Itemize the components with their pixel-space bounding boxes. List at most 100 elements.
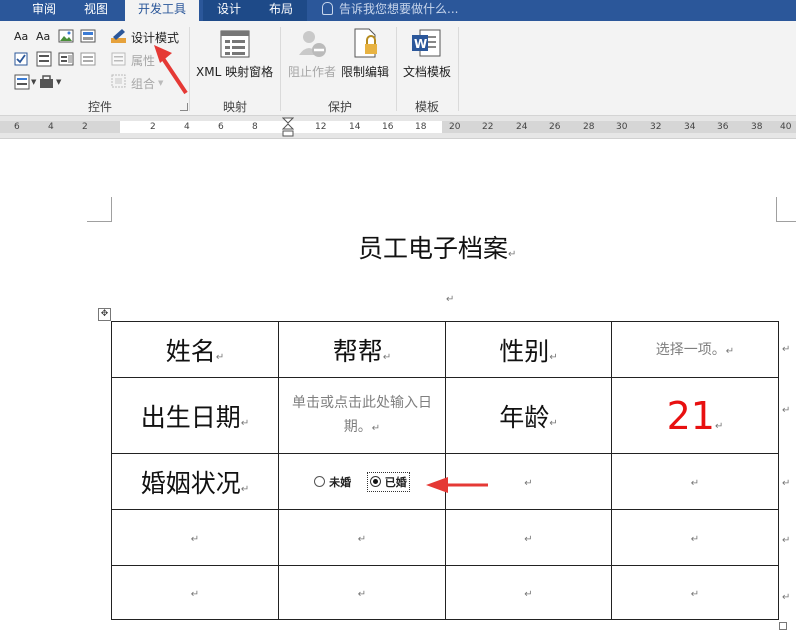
tab-developer[interactable]: 开发工具 bbox=[125, 0, 199, 21]
employee-record-table: 姓名↵ 帮帮↵ 性别↵ 选择一项。↵ 出生日期↵ 单击或点击此处输入日期。↵ 年… bbox=[111, 321, 779, 620]
tell-me-box[interactable]: 告诉我您想要做什么... bbox=[322, 0, 458, 21]
group-separator bbox=[280, 27, 281, 111]
age-value-cell[interactable]: 21↵ bbox=[611, 377, 779, 454]
table-cell-empty[interactable]: ↵ bbox=[445, 509, 612, 566]
legacy-tools-icon[interactable] bbox=[38, 74, 56, 90]
ruler-number: 16 bbox=[382, 122, 394, 132]
group-label-controls: 控件 bbox=[87, 100, 112, 114]
repeating-section-icon[interactable] bbox=[14, 74, 30, 90]
date-placeholder: 单击或点击此处输入日期。 bbox=[292, 394, 432, 435]
marital-options-cell[interactable]: 未婚 已婚 bbox=[278, 453, 446, 510]
radio-circle bbox=[314, 475, 326, 487]
table-row: 姓名↵ 帮帮↵ 性别↵ 选择一项。↵ bbox=[111, 321, 779, 378]
marital-label-cell[interactable]: 婚姻状况↵ bbox=[111, 453, 279, 510]
table-cell-empty[interactable]: ↵ bbox=[278, 509, 446, 566]
age-label: 年龄 bbox=[499, 402, 550, 432]
ruler-number: 8 bbox=[252, 122, 258, 132]
dropdown-list-control-icon[interactable] bbox=[58, 51, 74, 67]
margin-corner-mark bbox=[87, 197, 112, 222]
table-move-handle[interactable]: ✥ bbox=[98, 308, 111, 321]
group-separator bbox=[189, 27, 190, 111]
restrict-editing-button[interactable]: 限制编辑 bbox=[341, 63, 389, 80]
dropdown-arrow-icon[interactable]: ▼ bbox=[31, 78, 36, 86]
xml-mapping-pane-icon bbox=[220, 30, 250, 58]
table-cell-empty[interactable]: ↵ bbox=[611, 565, 779, 620]
ruler-number: 4 bbox=[184, 122, 190, 132]
table-cell-empty[interactable]: ↵ bbox=[111, 509, 279, 566]
birth-label: 出生日期 bbox=[140, 402, 241, 432]
gender-label: 性别 bbox=[499, 336, 550, 366]
ruler-number: 2 bbox=[82, 122, 88, 132]
age-label-cell[interactable]: 年龄↵ bbox=[445, 377, 612, 454]
group-separator bbox=[396, 27, 397, 111]
date-picker-control-icon[interactable] bbox=[80, 51, 96, 67]
table-cell-empty[interactable]: ↵ bbox=[445, 565, 612, 620]
table-resize-handle[interactable] bbox=[779, 622, 787, 630]
checkbox-control-icon[interactable] bbox=[14, 52, 28, 66]
table-row: ↵ ↵ ↵ ↵ bbox=[111, 565, 779, 620]
horizontal-ruler[interactable]: 6 4 2 2 4 6 8 12 14 16 18 20 22 24 26 28… bbox=[0, 116, 796, 139]
ruler-number: 6 bbox=[14, 122, 20, 132]
row-end-mark: ↵ bbox=[782, 344, 791, 355]
gender-label-cell[interactable]: 性别↵ bbox=[445, 321, 612, 378]
ruler-number: 30 bbox=[616, 122, 628, 132]
ruler-number: 38 bbox=[751, 122, 763, 132]
margin-corner-mark bbox=[776, 197, 796, 222]
ruler-number: 4 bbox=[48, 122, 54, 132]
group-label-protect: 保护 bbox=[327, 100, 352, 114]
building-block-icon[interactable] bbox=[80, 29, 96, 43]
radio-married-label: 已婚 bbox=[384, 475, 407, 489]
group-label-templates: 模板 bbox=[414, 100, 439, 114]
gender-dropdown[interactable]: 选择一项。 bbox=[656, 342, 726, 358]
lightbulb-icon bbox=[322, 2, 333, 15]
svg-text:W: W bbox=[414, 37, 427, 51]
ruler-text-area bbox=[120, 121, 442, 133]
tab-review[interactable]: 审阅 bbox=[22, 0, 66, 21]
tab-view[interactable]: 视图 bbox=[72, 0, 120, 21]
tab-layout[interactable]: 布局 bbox=[255, 0, 307, 21]
birth-date-picker[interactable]: 单击或点击此处输入日期。↵ bbox=[292, 391, 432, 441]
indent-marker[interactable] bbox=[282, 117, 294, 138]
restrict-editing-icon bbox=[354, 28, 377, 58]
ribbon-tab-bar: 审阅 视图 开发工具 设计 布局 告诉我您想要做什么... bbox=[0, 0, 796, 21]
birth-date-cell[interactable]: 单击或点击此处输入日期。↵ bbox=[278, 377, 446, 454]
design-mode-icon bbox=[111, 29, 126, 43]
table-cell-empty[interactable]: ↵ bbox=[278, 565, 446, 620]
name-label-cell[interactable]: 姓名↵ bbox=[111, 321, 279, 378]
tell-me-text: 告诉我您想要做什么... bbox=[339, 2, 459, 16]
radio-married[interactable]: 已婚 bbox=[366, 471, 410, 492]
xml-mapping-pane-button[interactable]: XML 映射窗格 bbox=[196, 63, 273, 80]
table-row: ↵ ↵ ↵ ↵ bbox=[111, 509, 779, 566]
name-value-cell[interactable]: 帮帮↵ bbox=[278, 321, 446, 378]
age-value: 21 bbox=[666, 393, 715, 438]
name-label: 姓名 bbox=[165, 336, 216, 366]
gender-dropdown-cell[interactable]: 选择一项。↵ bbox=[611, 321, 779, 378]
picture-control-icon[interactable] bbox=[58, 29, 74, 43]
ruler-number: 2 bbox=[150, 122, 156, 132]
ruler-number: 40 bbox=[780, 122, 792, 132]
dialog-launcher[interactable] bbox=[180, 103, 188, 111]
table-row: 出生日期↵ 单击或点击此处输入日期。↵ 年龄↵ 21↵ bbox=[111, 377, 779, 454]
document-template-button[interactable]: 文档模板 bbox=[403, 63, 451, 80]
ruler-number: 24 bbox=[516, 122, 528, 132]
table-cell-empty[interactable]: ↵ bbox=[611, 453, 779, 510]
row-end-mark: ↵ bbox=[782, 535, 791, 546]
dropdown-arrow-icon[interactable]: ▼ bbox=[56, 78, 61, 86]
plain-text-control-icon[interactable]: Aa bbox=[36, 30, 50, 43]
rich-text-control-icon[interactable]: Aa bbox=[14, 30, 28, 43]
block-authors-button[interactable]: 阻止作者 bbox=[288, 63, 336, 80]
table-cell-empty[interactable]: ↵ bbox=[111, 565, 279, 620]
ruler-number: 12 bbox=[315, 122, 327, 132]
radio-unmarried[interactable]: 未婚 bbox=[314, 474, 351, 490]
tab-design[interactable]: 设计 bbox=[203, 0, 255, 21]
ruler-number: 26 bbox=[549, 122, 561, 132]
combo-box-control-icon[interactable] bbox=[36, 51, 52, 67]
row-end-mark: ↵ bbox=[782, 405, 791, 416]
title-text: 员工电子档案 bbox=[358, 234, 509, 263]
table-cell-empty[interactable]: ↵ bbox=[611, 509, 779, 566]
ruler-number: 22 bbox=[482, 122, 494, 132]
document-title[interactable]: 员工电子档案↵ bbox=[358, 229, 516, 265]
properties-icon bbox=[111, 52, 126, 66]
ruler-number: 6 bbox=[218, 122, 224, 132]
birth-label-cell[interactable]: 出生日期↵ bbox=[111, 377, 279, 454]
